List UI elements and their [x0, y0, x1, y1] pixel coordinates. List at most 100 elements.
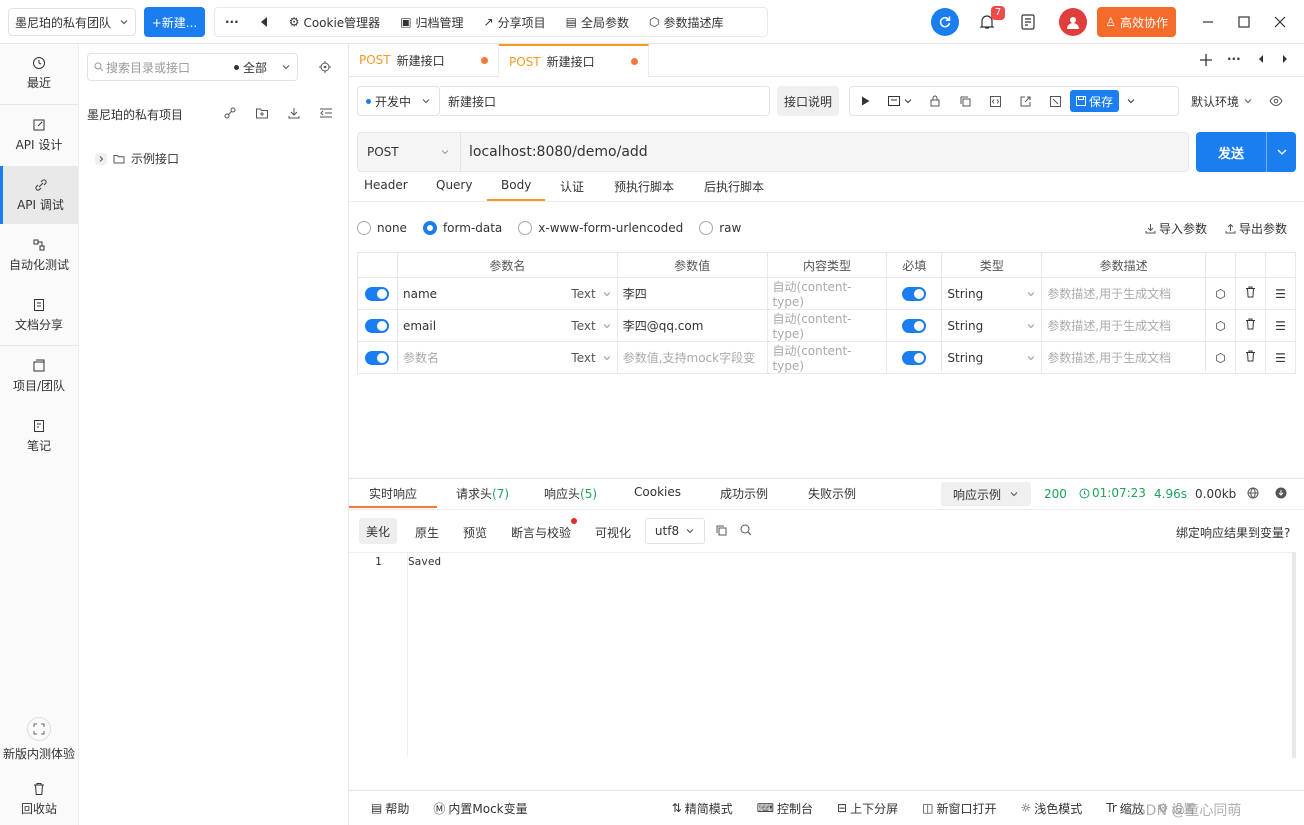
close-icon[interactable]	[1262, 16, 1298, 28]
share-project-button[interactable]: ↗ 分享项目	[474, 14, 556, 31]
response-example-select[interactable]: 响应示例	[941, 482, 1031, 506]
type-cell[interactable]: String	[941, 341, 1043, 374]
value-cell[interactable]: 李四@qq.com	[616, 309, 768, 342]
notes-icon[interactable]	[1021, 14, 1035, 30]
field-type-select[interactable]: Text	[571, 351, 611, 365]
view-beautify[interactable]: 美化	[359, 518, 397, 544]
env-select[interactable]: 默认环境	[1191, 86, 1253, 116]
tab-auth[interactable]: 认证	[560, 178, 584, 195]
response-editor[interactable]: 1 Saved	[349, 552, 1292, 758]
send-dropdown-icon[interactable]	[1266, 132, 1296, 172]
enable-toggle[interactable]	[365, 286, 390, 301]
rail-item-automation[interactable]: 自动化测试	[0, 226, 78, 284]
required-toggle[interactable]	[902, 318, 927, 333]
preview-icon[interactable]	[880, 96, 920, 106]
lock-icon[interactable]	[920, 95, 950, 107]
view-raw[interactable]: 原生	[415, 524, 439, 541]
send-button[interactable]: 发送	[1196, 132, 1266, 172]
code-icon[interactable]	[980, 95, 1010, 107]
radio-urlencoded[interactable]	[518, 221, 533, 235]
rail-item-trash[interactable]: 回收站	[0, 770, 78, 825]
radio-form-data[interactable]	[422, 221, 437, 235]
enable-toggle[interactable]	[365, 350, 390, 365]
required-toggle[interactable]	[902, 286, 927, 301]
tab-realtime-response[interactable]: 实时响应	[369, 485, 417, 502]
required-toggle[interactable]	[902, 350, 927, 365]
tab-body[interactable]: Body	[501, 178, 531, 192]
status-select[interactable]: 开发中	[357, 86, 440, 116]
mock-vars-button[interactable]: Ⓜ 内置Mock变量	[433, 800, 527, 817]
type-cell[interactable]: String	[941, 309, 1043, 342]
delete-icon[interactable]	[1234, 277, 1266, 310]
enable-toggle[interactable]	[365, 318, 390, 333]
param-lib-button[interactable]: ⬡ 参数描述库	[639, 14, 734, 31]
delete-icon[interactable]	[1234, 309, 1266, 342]
type-cell[interactable]: String	[941, 277, 1043, 310]
search-input[interactable]: 搜索目录或接口 全部	[87, 53, 298, 81]
drag-handle-icon[interactable]: ☰	[1264, 277, 1297, 310]
copy-icon[interactable]	[716, 525, 727, 536]
minimize-icon[interactable]	[1190, 16, 1226, 28]
rail-item-projects[interactable]: 项目/团队	[0, 347, 78, 405]
radio-none[interactable]	[357, 221, 371, 235]
desc-cell[interactable]: 参数描述,用于生成文档	[1041, 277, 1206, 310]
collapse-tree-icon[interactable]	[319, 106, 333, 120]
tab-post-script[interactable]: 后执行脚本	[704, 178, 764, 195]
archive-button[interactable]: ▣ 归档管理	[390, 14, 473, 31]
tab-query[interactable]: Query	[436, 178, 472, 192]
desc-cell[interactable]: 参数描述,用于生成文档	[1041, 341, 1206, 374]
view-preview[interactable]: 预览	[463, 524, 487, 541]
console-button[interactable]: ⌨ 控制台	[757, 800, 813, 817]
cookie-manager-button[interactable]: ⚙ Cookie管理器	[279, 14, 391, 31]
cube-icon[interactable]: ⬡	[1205, 277, 1236, 310]
tree-folder-item[interactable]: 示例接口	[95, 150, 179, 167]
play-icon[interactable]	[850, 96, 880, 106]
copy-icon[interactable]	[950, 96, 980, 107]
view-visualize[interactable]: 可视化	[595, 524, 631, 541]
import-params-button[interactable]: 导入参数	[1145, 220, 1207, 237]
tab-header[interactable]: Header	[364, 178, 408, 192]
collapse-left-icon[interactable]	[249, 16, 279, 28]
cube-icon[interactable]: ⬡	[1205, 309, 1236, 342]
rail-item-notes[interactable]: 笔记	[0, 407, 78, 465]
more-button[interactable]: ···	[215, 15, 249, 29]
new-window-button[interactable]: ◫ 新窗口打开	[922, 800, 996, 817]
rail-item-doc-share[interactable]: 文档分享	[0, 286, 78, 344]
new-folder-icon[interactable]	[255, 106, 269, 120]
global-params-button[interactable]: ▤ 全局参数	[556, 14, 639, 31]
drag-handle-icon[interactable]: ☰	[1264, 309, 1297, 342]
content-type-cell[interactable]: 自动(content-type)	[766, 309, 888, 342]
search-icon[interactable]	[740, 524, 752, 536]
field-type-select[interactable]: Text	[571, 319, 611, 333]
content-type-cell[interactable]: 自动(content-type)	[766, 341, 888, 374]
split-view-button[interactable]: ⊟ 上下分屏	[837, 800, 898, 817]
api-name-input[interactable]: 新建接口	[440, 86, 770, 116]
plus-icon[interactable]	[1199, 53, 1213, 67]
filter-select[interactable]: 全部	[233, 59, 291, 76]
globe-icon[interactable]	[1247, 487, 1259, 499]
eye-icon[interactable]	[1269, 95, 1283, 107]
method-select[interactable]: POST	[357, 132, 461, 172]
compact-mode-button[interactable]: ⇅ 精简模式	[672, 800, 733, 817]
export-icon[interactable]	[1040, 95, 1070, 107]
team-select[interactable]: 墨尼珀的私有团队	[8, 8, 136, 36]
new-button[interactable]: +新建...	[144, 7, 205, 37]
save-button[interactable]: 保存	[1070, 90, 1120, 112]
maximize-icon[interactable]	[1226, 16, 1262, 28]
tabs-more-icon[interactable]: ···	[1227, 52, 1241, 66]
collaborate-button[interactable]: ♙ 高效协作	[1097, 7, 1176, 37]
scrollbar[interactable]	[1292, 552, 1296, 758]
value-cell[interactable]: 参数值,支持mock字段变	[616, 341, 768, 374]
name-cell[interactable]: name Text	[396, 277, 618, 310]
content-type-cell[interactable]: 自动(content-type)	[766, 277, 888, 310]
download-icon[interactable]	[1275, 487, 1287, 499]
encoding-select[interactable]: utf8	[645, 518, 705, 544]
value-cell[interactable]: 李四	[616, 277, 768, 310]
view-assertions[interactable]: 断言与校验	[511, 524, 571, 541]
tab-new-api-1[interactable]: POST 新建接口	[349, 44, 499, 76]
name-cell[interactable]: 参数名 Text	[396, 341, 618, 374]
import-icon[interactable]	[287, 106, 301, 120]
cube-icon[interactable]: ⬡	[1205, 341, 1236, 374]
tab-response-headers[interactable]: 响应头(5)	[544, 485, 597, 502]
share-icon[interactable]	[1010, 96, 1040, 107]
